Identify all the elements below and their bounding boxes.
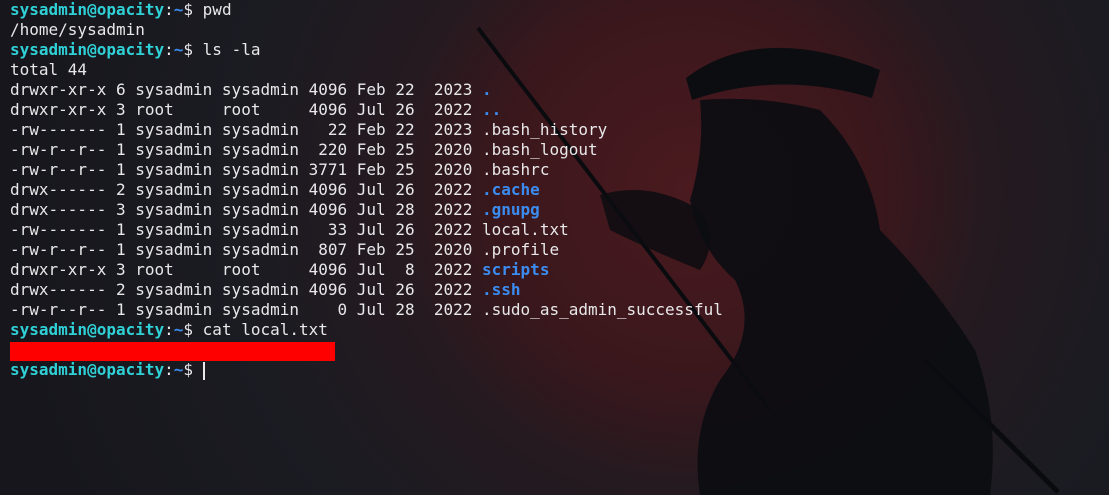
prompt-path: ~ <box>173 0 184 19</box>
terminal-window[interactable]: sysadmin@opacity:~$ pwd/home/sysadmin sys… <box>0 0 1109 495</box>
directory-name: .cache <box>482 180 540 199</box>
active-prompt-line[interactable]: sysadmin@opacity:~$ <box>10 360 723 380</box>
text-cursor[interactable] <box>202 362 205 380</box>
listing-row: -rw-r--r-- 1 sysadmin sysadmin 220 Feb 2… <box>10 140 723 160</box>
listing-meta: drwx------ 2 sysadmin sysadmin 4096 Jul … <box>10 280 483 299</box>
command-text: pwd <box>202 0 232 19</box>
prompt-separator: : <box>164 40 174 59</box>
output-line: total 44 <box>10 60 723 80</box>
prompt-line: sysadmin@opacity:~$ cat local.txt <box>10 320 723 340</box>
prompt-user: sysadmin@opacity <box>10 320 165 339</box>
prompt-separator: : <box>164 0 174 19</box>
directory-name: .. <box>482 100 502 119</box>
listing-row: drwxr-xr-x 3 root root 4096 Jul 26 2022 … <box>10 100 723 120</box>
listing-meta: drwxr-xr-x 6 sysadmin sysadmin 4096 Feb … <box>10 80 483 99</box>
directory-name: scripts <box>482 260 550 279</box>
prompt-line: sysadmin@opacity:~$ pwd <box>10 0 723 20</box>
prompt-separator: : <box>164 320 174 339</box>
listing-meta: -rw-r--r-- 1 sysadmin sysadmin 3771 Feb … <box>10 160 483 179</box>
listing-row: -rw-r--r-- 1 sysadmin sysadmin 807 Feb 2… <box>10 240 723 260</box>
directory-name: .gnupg <box>482 200 540 219</box>
file-name: .bash_logout <box>482 140 598 159</box>
listing-row: -rw------- 1 sysadmin sysadmin 22 Feb 22… <box>10 120 723 140</box>
listing-meta: -rw-r--r-- 1 sysadmin sysadmin 0 Jul 28 … <box>10 300 483 319</box>
redaction-box <box>10 342 335 361</box>
command-text: ls -la <box>202 40 261 59</box>
prompt-user: sysadmin@opacity <box>10 0 165 19</box>
prompt-symbol: $ <box>183 0 203 19</box>
listing-meta: drwxr-xr-x 3 root root 4096 Jul 8 2022 <box>10 260 483 279</box>
prompt-symbol: $ <box>183 40 203 59</box>
pwd-output: /home/sysadmin <box>10 20 145 39</box>
listing-meta: drwx------ 2 sysadmin sysadmin 4096 Jul … <box>10 180 483 199</box>
prompt-user: sysadmin@opacity <box>10 40 165 59</box>
prompt-path: ~ <box>173 360 184 379</box>
file-name: local.txt <box>482 220 569 239</box>
directory-name: . <box>482 80 492 99</box>
listing-row: drwx------ 2 sysadmin sysadmin 4096 Jul … <box>10 280 723 300</box>
output-line <box>10 340 723 361</box>
listing-row: drwxr-xr-x 3 root root 4096 Jul 8 2022 s… <box>10 260 723 280</box>
prompt-symbol: $ <box>183 360 203 379</box>
listing-meta: -rw-r--r-- 1 sysadmin sysadmin 220 Feb 2… <box>10 140 483 159</box>
listing-meta: drwx------ 3 sysadmin sysadmin 4096 Jul … <box>10 200 483 219</box>
listing-row: drwx------ 3 sysadmin sysadmin 4096 Jul … <box>10 200 723 220</box>
prompt-separator: : <box>164 360 174 379</box>
prompt-path: ~ <box>173 320 184 339</box>
listing-meta: -rw------- 1 sysadmin sysadmin 33 Jul 26… <box>10 220 483 239</box>
listing-meta: drwxr-xr-x 3 root root 4096 Jul 26 2022 <box>10 100 483 119</box>
listing-row: -rw-r--r-- 1 sysadmin sysadmin 3771 Feb … <box>10 160 723 180</box>
listing-meta: -rw------- 1 sysadmin sysadmin 22 Feb 22… <box>10 120 483 139</box>
file-name: .bashrc <box>482 160 550 179</box>
directory-name: .ssh <box>482 280 521 299</box>
ls-total: total 44 <box>10 60 88 79</box>
listing-meta: -rw-r--r-- 1 sysadmin sysadmin 807 Feb 2… <box>10 240 483 259</box>
file-name: .sudo_as_admin_successful <box>482 300 723 319</box>
prompt-line: sysadmin@opacity:~$ ls -la <box>10 40 723 60</box>
figure-silhouette <box>690 98 993 495</box>
prompt-path: ~ <box>173 40 184 59</box>
listing-row: -rw------- 1 sysadmin sysadmin 33 Jul 26… <box>10 220 723 240</box>
listing-row: drwx------ 2 sysadmin sysadmin 4096 Jul … <box>10 180 723 200</box>
file-name: .bash_history <box>482 120 608 139</box>
file-name: .profile <box>482 240 560 259</box>
listing-row: -rw-r--r-- 1 sysadmin sysadmin 0 Jul 28 … <box>10 300 723 320</box>
prompt-user: sysadmin@opacity <box>10 360 165 379</box>
command-text: cat local.txt <box>202 320 328 339</box>
listing-row: drwxr-xr-x 6 sysadmin sysadmin 4096 Feb … <box>10 80 723 100</box>
terminal-output: sysadmin@opacity:~$ pwd/home/sysadmin sys… <box>10 0 723 380</box>
prompt-symbol: $ <box>183 320 203 339</box>
output-line: /home/sysadmin <box>10 20 723 40</box>
